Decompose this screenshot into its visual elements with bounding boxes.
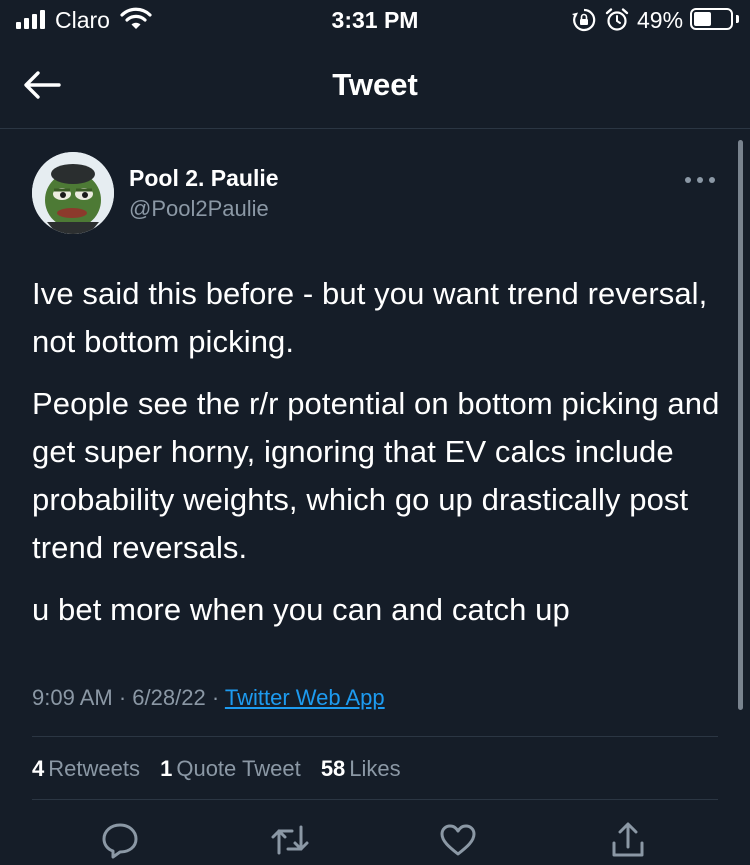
quote-tweets-stat[interactable]: 1 Quote Tweet (160, 756, 301, 781)
page-title: Tweet (332, 67, 418, 102)
likes-label: Likes (349, 756, 401, 781)
tweet-paragraph: People see the r/r potential on bottom p… (32, 386, 720, 565)
battery-icon (690, 8, 733, 30)
retweets-label: Retweets (48, 756, 140, 781)
tweet-time: 9:09 AM (32, 685, 113, 710)
retweet-icon (271, 825, 309, 855)
tweet-paragraph: u bet more when you can and catch up (32, 592, 570, 627)
scrollbar[interactable] (738, 140, 743, 710)
retweets-count: 4 (32, 756, 45, 781)
tweet-stats: 4 Retweets 1 Quote Tweet 58 Likes (32, 756, 415, 782)
nav-divider (0, 128, 750, 129)
avatar-frog-image (32, 152, 114, 234)
retweet-button[interactable] (270, 820, 310, 860)
author-handle[interactable]: @Pool2Paulie (129, 196, 269, 222)
quotes-count: 1 (160, 756, 173, 781)
share-icon (612, 822, 644, 857)
tweet-date: 6/28/22 (132, 685, 206, 710)
tweet-text: Ive said this before - but you want tren… (32, 270, 732, 648)
quotes-label: Quote Tweet (176, 756, 301, 781)
tweet-paragraph: Ive said this before - but you want tren… (32, 276, 708, 359)
alarm-icon (605, 8, 629, 31)
battery-fill (694, 12, 711, 26)
status-bar: Claro 3:31 PM 49% (0, 0, 750, 40)
retweets-stat[interactable]: 4 Retweets (32, 756, 140, 781)
meta-separator: · (211, 685, 220, 710)
more-icon (685, 177, 715, 183)
battery-percent: 49% (637, 7, 684, 33)
divider (32, 736, 718, 737)
meta-separator: · (118, 685, 127, 710)
reply-button[interactable] (100, 820, 140, 860)
tweet-source-link[interactable]: Twitter Web App (225, 685, 385, 710)
avatar[interactable] (32, 152, 114, 234)
nav-bar: Tweet (0, 50, 750, 120)
reply-icon (102, 823, 138, 859)
battery-tip (736, 15, 739, 23)
author-name[interactable]: Pool 2. Paulie (129, 165, 279, 192)
more-options-button[interactable] (680, 168, 720, 192)
like-button[interactable] (438, 820, 478, 860)
orientation-lock-icon (572, 8, 596, 32)
tweet-detail-screen: Claro 3:31 PM 49% Tweet Pool 2. Paulie @… (0, 0, 750, 865)
divider (32, 799, 718, 800)
likes-stat[interactable]: 58 Likes (321, 756, 401, 781)
like-icon (440, 824, 476, 856)
share-button[interactable] (608, 820, 648, 860)
tweet-meta: 9:09 AM · 6/28/22 · Twitter Web App (32, 685, 385, 711)
likes-count: 58 (320, 756, 346, 781)
